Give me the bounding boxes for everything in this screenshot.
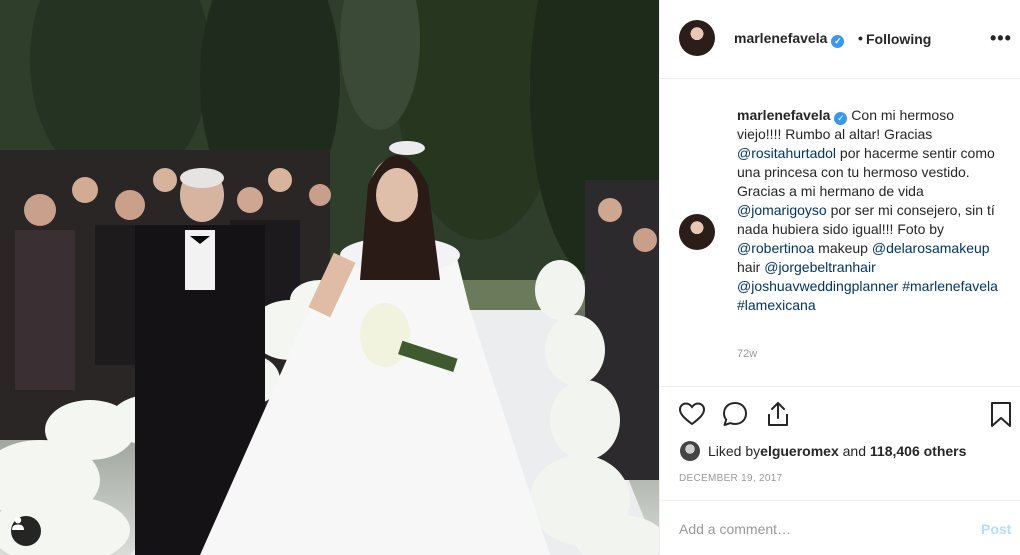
share-icon[interactable] bbox=[764, 400, 792, 428]
heart-icon[interactable] bbox=[678, 400, 706, 428]
likes-summary: Liked by elgueromex and 118,406 others bbox=[680, 441, 966, 461]
liker-avatar[interactable] bbox=[680, 441, 700, 461]
person-icon bbox=[12, 517, 24, 530]
author-avatar[interactable] bbox=[679, 20, 715, 56]
mention-link[interactable]: @robertinoa bbox=[737, 240, 814, 256]
post-photo[interactable] bbox=[0, 0, 659, 555]
mention-link[interactable]: @jomarigoyso bbox=[737, 202, 827, 218]
post-actions bbox=[660, 388, 1020, 436]
bookmark-icon[interactable] bbox=[987, 400, 1015, 428]
caption-text: makeup bbox=[814, 240, 872, 256]
mention-link[interactable]: @delarosamakeup bbox=[872, 240, 990, 256]
following-button[interactable]: Following bbox=[866, 31, 931, 47]
post-side-panel: marlenefavela ✓ • Following ••• marlenefa… bbox=[659, 0, 1020, 555]
add-comment-bar: Post bbox=[660, 500, 1020, 555]
likes-middle: and bbox=[838, 443, 870, 459]
verified-badge-icon: ✓ bbox=[831, 35, 845, 48]
author-username[interactable]: marlenefavela ✓ bbox=[734, 30, 845, 48]
caption-text: hair bbox=[737, 259, 765, 275]
caption-author-avatar[interactable] bbox=[679, 214, 715, 250]
separator-dot: • bbox=[858, 30, 863, 46]
tagged-users-icon[interactable] bbox=[11, 516, 41, 546]
wedding-photo-illustration bbox=[0, 0, 659, 555]
comment-input[interactable] bbox=[679, 518, 949, 540]
likes-prefix: Liked by bbox=[708, 443, 761, 459]
mention-link[interactable]: @jorgebeltranhair bbox=[764, 259, 876, 275]
post-date[interactable]: DECEMBER 19, 2017 bbox=[679, 473, 782, 484]
author-username-text[interactable]: marlenefavela bbox=[734, 30, 827, 46]
likes-count-link[interactable]: 118,406 others bbox=[870, 443, 967, 459]
more-options-icon[interactable]: ••• bbox=[990, 28, 1012, 49]
comments-area: marlenefavela ✓ Con mi hermoso viejo!!!! … bbox=[660, 80, 1020, 387]
post-header: marlenefavela ✓ • Following ••• bbox=[660, 0, 1020, 79]
comment-icon[interactable] bbox=[721, 400, 749, 428]
caption-time-ago[interactable]: 72w bbox=[737, 348, 757, 360]
liker-username[interactable]: elgueromex bbox=[760, 443, 839, 459]
hashtag-link[interactable]: #lamexicana bbox=[737, 297, 816, 313]
mention-link[interactable]: @joshuavweddingplanner bbox=[737, 278, 898, 294]
post-comment-button[interactable]: Post bbox=[981, 521, 1011, 537]
verified-badge-icon: ✓ bbox=[834, 112, 848, 125]
mention-link[interactable]: @rositahurtadol bbox=[737, 145, 836, 161]
caption-username[interactable]: marlenefavela bbox=[737, 107, 830, 123]
post-caption: marlenefavela ✓ Con mi hermoso viejo!!!! … bbox=[737, 106, 1002, 315]
hashtag-link[interactable]: #marlenefavela bbox=[902, 278, 998, 294]
